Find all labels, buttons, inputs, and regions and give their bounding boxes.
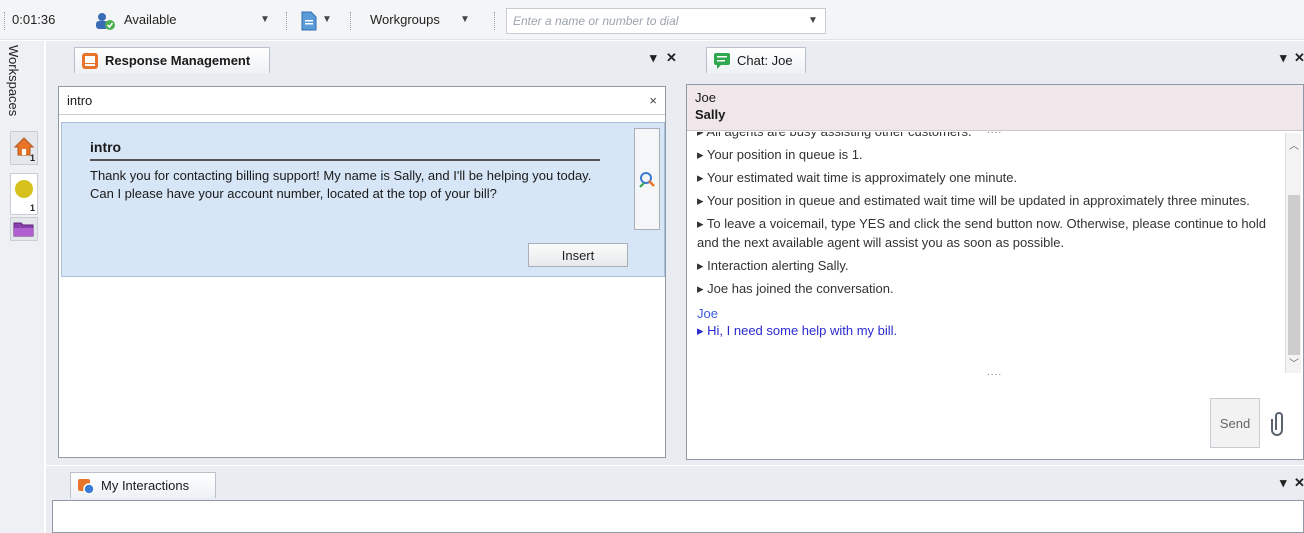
workspaces-rail: Workspaces 1 1 bbox=[0, 41, 44, 533]
scroll-down-icon[interactable]: ﹀ bbox=[1289, 355, 1299, 370]
chat-system-message: ▸ Your position in queue is 1. bbox=[697, 147, 863, 162]
chat-sender-name: Joe bbox=[697, 306, 718, 321]
chat-system-message: ▸ Interaction alerting Sally. bbox=[697, 258, 849, 273]
my-interactions-content bbox=[52, 500, 1304, 533]
user-status-icon bbox=[96, 13, 115, 30]
chat-system-message: ▸ Joe has joined the conversation. bbox=[697, 281, 894, 296]
chat-user-message: ▸ Hi, I need some help with my bill. bbox=[697, 323, 898, 338]
tab-response-management[interactable]: Response Management bbox=[74, 47, 270, 73]
attachment-icon[interactable] bbox=[1271, 410, 1287, 436]
toolbar-separator bbox=[286, 12, 287, 30]
chat-system-message: ▸ Your estimated wait time is approximat… bbox=[697, 170, 1018, 185]
workspaces-label: Workspaces bbox=[6, 45, 21, 117]
chat-system-message: ▸ Your position in queue and estimated w… bbox=[697, 193, 1250, 208]
response-text: Thank you for contacting billing support… bbox=[90, 168, 592, 201]
interactions-icon bbox=[78, 478, 95, 495]
chat-compose-area[interactable] bbox=[687, 381, 1207, 457]
toolbar-grip bbox=[4, 12, 5, 30]
search-value: intro bbox=[67, 93, 93, 108]
close-icon[interactable]: ✕ bbox=[666, 50, 677, 66]
tab-label: My Interactions bbox=[101, 478, 190, 493]
chat-transcript: ▸ All agents are busy assisting other cu… bbox=[687, 132, 1284, 373]
response-management-icon bbox=[82, 52, 98, 69]
close-icon[interactable]: ✕ bbox=[1294, 50, 1304, 66]
close-icon[interactable]: ✕ bbox=[1294, 475, 1304, 491]
divider bbox=[90, 159, 600, 161]
toolbar-separator bbox=[494, 12, 495, 30]
document-icon bbox=[301, 11, 317, 31]
toolbar-separator bbox=[350, 12, 351, 30]
tab-label: Chat: Joe bbox=[737, 53, 793, 68]
chat-scrollbar[interactable]: ︿ ﹀ bbox=[1285, 133, 1301, 373]
response-title: intro bbox=[90, 139, 122, 155]
document-menu-button[interactable]: ▼ bbox=[298, 8, 338, 34]
call-timer: 0:01:36 bbox=[12, 12, 56, 27]
response-search-input[interactable]: intro × bbox=[59, 87, 665, 115]
tab-my-interactions[interactable]: My Interactions bbox=[70, 472, 216, 498]
status-label: Available bbox=[124, 12, 177, 27]
folder-workspace-button[interactable] bbox=[10, 217, 38, 241]
folder-icon bbox=[13, 222, 34, 237]
home-workspace-button[interactable]: 1 bbox=[10, 131, 38, 165]
home-count-badge: 1 bbox=[29, 153, 35, 163]
scrollbar-thumb[interactable] bbox=[1288, 195, 1300, 355]
workgroups-label: Workgroups bbox=[370, 12, 440, 27]
chat-icon bbox=[714, 52, 730, 69]
main-toolbar: 0:01:36 Available ▼ ▼ Workgroups ▼ ▼ bbox=[0, 0, 1304, 40]
tab-label: Response Management bbox=[105, 53, 251, 68]
participant-customer: Joe bbox=[695, 90, 716, 105]
search-response-icon bbox=[639, 172, 655, 188]
response-management-content: intro × intro Thank you for contacting b… bbox=[58, 86, 666, 458]
panel-menu-icon[interactable]: ▾ bbox=[1280, 475, 1287, 491]
preview-response-button[interactable] bbox=[634, 128, 660, 230]
resize-grip[interactable]: .... bbox=[987, 367, 1002, 378]
response-item[interactable]: intro Thank you for contacting billing s… bbox=[61, 122, 665, 277]
clear-search-icon[interactable]: × bbox=[649, 93, 657, 108]
status-dot-icon bbox=[15, 180, 33, 198]
status-workspace-button[interactable]: 1 bbox=[10, 173, 38, 215]
chevron-down-icon: ▼ bbox=[322, 14, 332, 25]
chevron-down-icon: ▼ bbox=[460, 14, 470, 25]
chat-content: Joe Sally .... ▸ All agents are busy ass… bbox=[686, 84, 1304, 460]
dial-input[interactable] bbox=[506, 8, 826, 34]
participant-agent: Sally bbox=[695, 107, 726, 122]
chat-system-message: ▸ To leave a voicemail, type YES and cli… bbox=[697, 216, 1266, 250]
send-button[interactable]: Send bbox=[1210, 398, 1260, 448]
chat-system-message: ▸ All agents are busy assisting other cu… bbox=[697, 132, 1274, 141]
insert-button[interactable]: Insert bbox=[528, 243, 628, 267]
dial-dropdown-chevron-icon[interactable]: ▼ bbox=[808, 15, 818, 26]
status-count-badge: 1 bbox=[29, 203, 35, 213]
panel-menu-icon[interactable]: ▾ bbox=[650, 50, 657, 66]
chevron-down-icon: ▼ bbox=[260, 14, 270, 25]
tab-chat-joe[interactable]: Chat: Joe bbox=[706, 47, 806, 73]
status-selector[interactable]: Available ▼ bbox=[92, 8, 278, 34]
workgroups-menu-button[interactable]: Workgroups ▼ bbox=[366, 8, 478, 34]
panel-menu-icon[interactable]: ▾ bbox=[1280, 50, 1287, 66]
scroll-up-icon[interactable]: ︿ bbox=[1289, 137, 1299, 152]
